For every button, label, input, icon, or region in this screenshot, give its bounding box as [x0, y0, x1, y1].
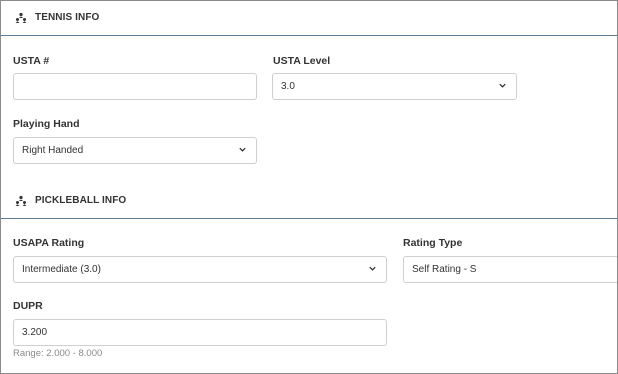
- player-info-panel: TENNIS INFO USTA # USTA Level 3.0 Playin…: [0, 0, 618, 374]
- rating-type-label: Rating Type: [403, 237, 463, 249]
- usta-level-label: USTA Level: [273, 55, 331, 67]
- pickleball-section-header: PICKLEBALL INFO: [1, 184, 617, 219]
- section-title: TENNIS INFO: [35, 12, 100, 23]
- chevron-down-icon: [369, 266, 376, 271]
- chevron-down-icon: [499, 83, 506, 88]
- tennis-section-header: TENNIS INFO: [1, 1, 617, 36]
- players-icon: [15, 12, 27, 23]
- dupr-label: DUPR: [13, 300, 43, 312]
- playing-hand-label: Playing Hand: [13, 118, 80, 130]
- chevron-down-icon: [239, 147, 246, 152]
- section-title: PICKLEBALL INFO: [35, 195, 127, 206]
- usapa-rating-label: USAPA Rating: [13, 237, 85, 249]
- usta-number-input[interactable]: [13, 73, 257, 100]
- dupr-range-hint: Range: 2.000 - 8.000: [13, 348, 103, 359]
- playing-hand-select[interactable]: Right Handed: [13, 137, 257, 164]
- players-icon: [15, 195, 27, 206]
- playing-hand-value: Right Handed: [22, 145, 84, 156]
- rating-type-select[interactable]: Self Rating - S: [403, 256, 617, 283]
- dupr-input[interactable]: 3.200: [13, 319, 387, 346]
- usta-number-label: USTA #: [13, 55, 50, 67]
- usta-level-select[interactable]: 3.0: [272, 73, 517, 100]
- usta-level-value: 3.0: [281, 81, 295, 92]
- usapa-rating-value: Intermediate (3.0): [22, 264, 101, 275]
- usapa-rating-select[interactable]: Intermediate (3.0): [13, 256, 387, 283]
- rating-type-value: Self Rating - S: [412, 264, 477, 275]
